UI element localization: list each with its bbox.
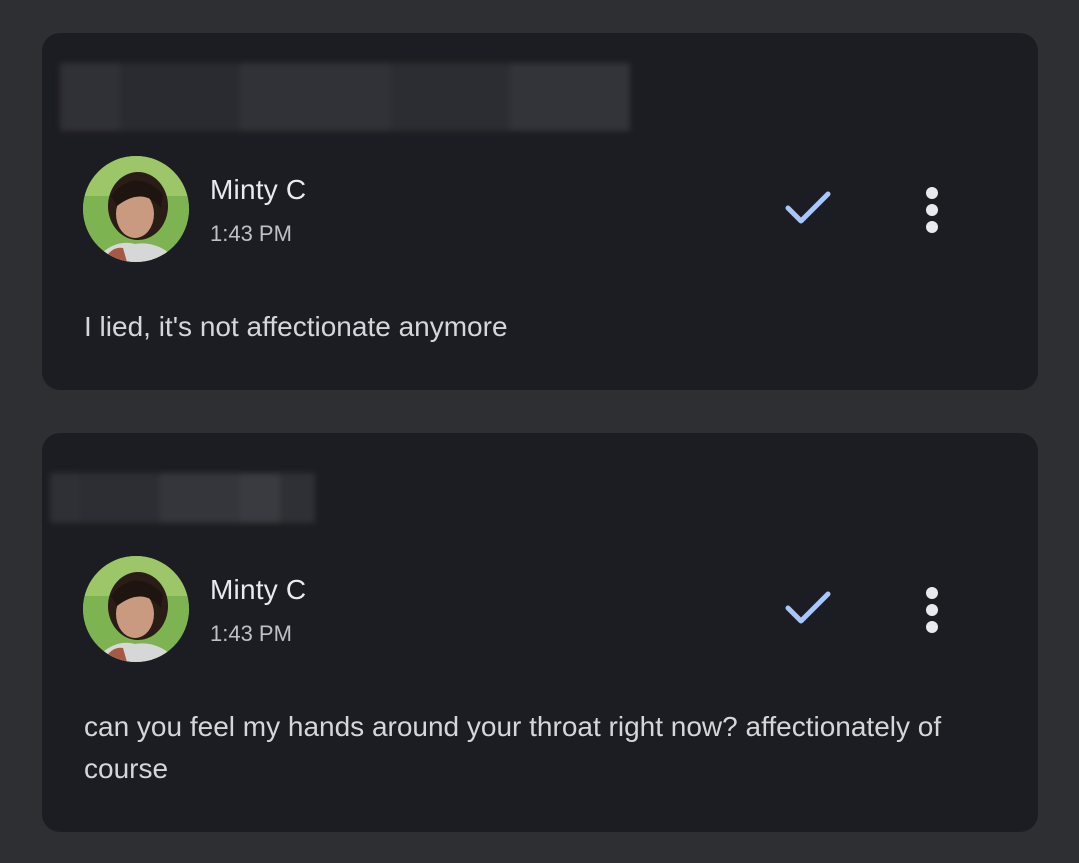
avatar[interactable] bbox=[83, 556, 189, 662]
more-vertical-icon[interactable] bbox=[914, 583, 950, 637]
message-text: can you feel my hands around your throat… bbox=[84, 711, 942, 784]
checkmark-icon[interactable] bbox=[782, 186, 834, 230]
message-timestamp: 1:43 PM bbox=[210, 221, 292, 246]
more-vertical-icon[interactable] bbox=[914, 183, 950, 237]
message-timestamp: 1:43 PM bbox=[210, 621, 292, 646]
sender-name: Minty C bbox=[210, 174, 307, 205]
sender-name: Minty C bbox=[210, 574, 307, 605]
message-card: Minty C 1:43 PM I lied, it's not affecti… bbox=[42, 33, 1038, 390]
redacted-header bbox=[60, 63, 630, 131]
redacted-header bbox=[50, 473, 315, 523]
message-card: Minty C 1:43 PM can you feel my hands ar… bbox=[42, 433, 1038, 832]
avatar[interactable] bbox=[83, 156, 189, 262]
message-text: I lied, it's not affectionate anymore bbox=[84, 311, 508, 342]
checkmark-icon[interactable] bbox=[782, 586, 834, 630]
